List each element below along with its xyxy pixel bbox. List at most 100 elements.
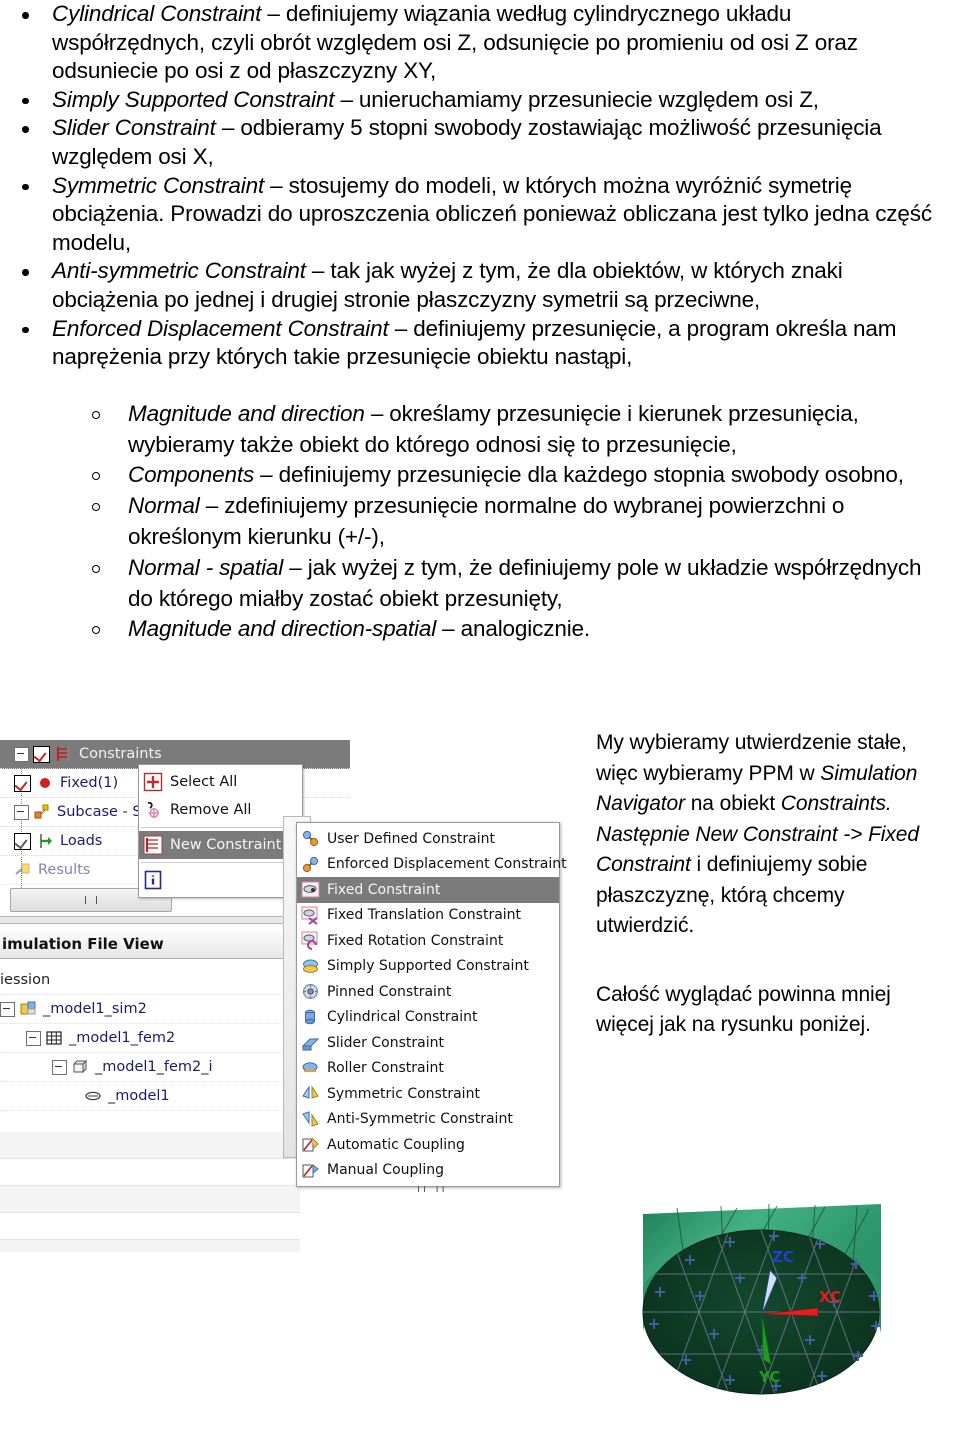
constraint-bullet-list: Cylindrical Constraint – definiujemy wią… bbox=[0, 0, 960, 372]
term-description: – definiujemy przesunięcie dla każdego s… bbox=[254, 462, 904, 488]
term-label: Magnitude and direction bbox=[128, 400, 365, 426]
submenu-item-label: Fixed Translation Constraint bbox=[327, 907, 522, 924]
submenu-item-cylindrical[interactable]: Cylindrical Constraint bbox=[297, 1005, 559, 1031]
list-item: Cylindrical Constraint – definiujemy wią… bbox=[0, 0, 960, 86]
nx-screenshot: Constraints Fixed(1) Subcase - Static . … bbox=[0, 740, 578, 1252]
menu-separator bbox=[141, 862, 300, 863]
submenu-item-fixed-constraint[interactable]: Fixed Constraint bbox=[297, 877, 559, 903]
sim-file-icon bbox=[19, 1000, 37, 1018]
submenu-item-label: Symmetric Constraint bbox=[327, 1085, 480, 1102]
term-label: Magnitude and direction-spatial bbox=[128, 616, 437, 642]
submenu-item-label: Fixed Constraint bbox=[327, 881, 441, 898]
submenu-item-symmetric[interactable]: Symmetric Constraint bbox=[297, 1081, 559, 1107]
menu-item-information[interactable] bbox=[139, 866, 302, 894]
submenu-item-simply-supported[interactable]: Simply Supported Constraint bbox=[297, 954, 559, 980]
submenu-item-label: Simply Supported Constraint bbox=[327, 958, 529, 975]
submenu-item-user-defined[interactable]: User Defined Constraint bbox=[297, 826, 559, 852]
panel-title: imulation File View bbox=[2, 935, 164, 953]
collapse-icon[interactable] bbox=[14, 804, 29, 820]
fem-mesh-icon bbox=[45, 1029, 63, 1047]
lower-section: My wybieramy utwierdzenie stałe, więc wy… bbox=[0, 722, 960, 1440]
submenu-item-label: Manual Coupling bbox=[327, 1162, 444, 1179]
list-item: Magnitude and direction-spatial – analog… bbox=[0, 614, 960, 645]
submenu-item-fixed-translation[interactable]: Fixed Translation Constraint bbox=[297, 903, 559, 929]
file-tree-label: iession bbox=[0, 972, 51, 988]
list-item: Normal - spatial – jak wyżej z tym, że d… bbox=[0, 553, 960, 615]
collapse-icon[interactable] bbox=[0, 1001, 15, 1017]
list-item: Normal – zdefiniujemy przesunięcie norma… bbox=[0, 491, 960, 553]
submenu-item-label: Cylindrical Constraint bbox=[327, 1009, 478, 1026]
submenu-item-label: User Defined Constraint bbox=[327, 830, 495, 847]
axis-label-y: YC bbox=[758, 1368, 780, 1386]
menu-item-select-all[interactable]: Select All bbox=[139, 768, 302, 796]
term-label: Slider Constraint bbox=[52, 115, 216, 141]
submenu-item-enforced-displacement[interactable]: Enforced Displacement Constraint bbox=[297, 852, 567, 878]
menu-item-new-constraint[interactable]: New Constraint bbox=[139, 831, 302, 859]
automatic-coupling-icon bbox=[301, 1135, 320, 1154]
information-icon bbox=[143, 870, 163, 890]
collapse-icon[interactable] bbox=[26, 1030, 41, 1046]
right-text-column: My wybieramy utwierdzenie stałe, więc wy… bbox=[596, 728, 948, 1041]
paragraph-figure-note: Całość wyglądać powinna mniej więcej jak… bbox=[596, 982, 891, 1037]
list-item: Anti-symmetric Constraint – tak jak wyże… bbox=[0, 257, 960, 314]
menu-item-label: Select All bbox=[170, 774, 238, 790]
collapse-icon[interactable] bbox=[52, 1059, 67, 1075]
submenu-item-label: Pinned Constraint bbox=[327, 983, 452, 1000]
submenu-item-pinned[interactable]: Pinned Constraint bbox=[297, 979, 559, 1005]
empty-row bbox=[0, 1159, 300, 1186]
document-body: Cylindrical Constraint – definiujemy wią… bbox=[0, 0, 960, 645]
term-description: – unieruchamiamy przesuniecie względem o… bbox=[334, 86, 819, 112]
simply-supported-constraint-icon bbox=[301, 957, 320, 976]
submenu-item-label: Fixed Rotation Constraint bbox=[327, 932, 504, 949]
submenu-item-manual-coupling[interactable]: Manual Coupling bbox=[297, 1158, 559, 1184]
list-item: Slider Constraint – odbieramy 5 stopni s… bbox=[0, 114, 960, 171]
tree-item-label: Fixed(1) bbox=[60, 775, 119, 791]
submenu-item-label: Slider Constraint bbox=[327, 1034, 444, 1051]
term-label: Normal - spatial bbox=[128, 554, 284, 580]
select-all-icon bbox=[143, 772, 163, 792]
term-label: Enforced Displacement Constraint bbox=[52, 315, 389, 341]
submenu-item-slider[interactable]: Slider Constraint bbox=[297, 1030, 559, 1056]
term-label: Anti-symmetric Constraint bbox=[52, 258, 306, 284]
term-label: Components bbox=[128, 462, 255, 488]
fixed-rotation-constraint-icon bbox=[301, 931, 320, 951]
menu-item-label: Remove All bbox=[170, 802, 252, 818]
paragraph-instructions: My wybieramy utwierdzenie stałe, więc wy… bbox=[596, 728, 948, 942]
submenu-item-roller[interactable]: Roller Constraint bbox=[297, 1056, 559, 1082]
list-item: Components – definiujemy przesunięcie dl… bbox=[0, 460, 960, 491]
file-tree-label: _model1_fem2_i bbox=[95, 1059, 213, 1075]
pinned-constraint-icon bbox=[301, 982, 320, 1001]
remove-all-icon bbox=[143, 800, 163, 820]
fixed-constraint-icon bbox=[36, 774, 54, 792]
checkbox-checked-icon[interactable] bbox=[14, 832, 31, 850]
list-item: Enforced Displacement Constraint – defin… bbox=[0, 315, 960, 372]
submenu-footer-tabs: ıı ıı bbox=[417, 1182, 448, 1195]
enforced-displacement-constraint-icon bbox=[301, 855, 320, 874]
submenu-item-anti-symmetric[interactable]: Anti-Symmetric Constraint bbox=[297, 1107, 559, 1133]
list-item: Magnitude and direction – określamy prze… bbox=[0, 399, 960, 461]
file-tree-label: _model1_sim2 bbox=[43, 1001, 147, 1017]
list-item: Simply Supported Constraint – unierucham… bbox=[0, 86, 960, 115]
submenu-item-label: Automatic Coupling bbox=[327, 1136, 465, 1153]
checkbox-checked-icon[interactable] bbox=[14, 774, 31, 792]
submenu-item-fixed-rotation[interactable]: Fixed Rotation Constraint bbox=[297, 928, 559, 954]
constraints-icon bbox=[55, 745, 73, 763]
term-label: Normal bbox=[128, 493, 200, 519]
submenu-item-automatic-coupling[interactable]: Automatic Coupling bbox=[297, 1132, 559, 1158]
tree-item-label: Constraints bbox=[79, 746, 162, 762]
file-tree-label: _model1 bbox=[108, 1088, 170, 1104]
fixed-constraint-icon bbox=[301, 880, 320, 899]
collapse-icon[interactable] bbox=[14, 746, 29, 762]
subcase-icon bbox=[33, 803, 51, 821]
pane-divider[interactable] bbox=[0, 916, 320, 924]
submenu-item-label: Enforced Displacement Constraint bbox=[327, 856, 567, 873]
empty-row bbox=[0, 1240, 300, 1252]
term-label: Simply Supported Constraint bbox=[52, 86, 335, 112]
slider-constraint-icon bbox=[301, 1033, 320, 1052]
manual-coupling-icon bbox=[301, 1161, 320, 1180]
checkbox-checked-icon[interactable] bbox=[33, 745, 50, 763]
file-tree-label: _model1_fem2 bbox=[69, 1030, 176, 1046]
menu-item-remove-all[interactable]: Remove All bbox=[139, 796, 302, 824]
fixed-translation-constraint-icon bbox=[301, 906, 320, 925]
menu-separator bbox=[141, 827, 300, 828]
